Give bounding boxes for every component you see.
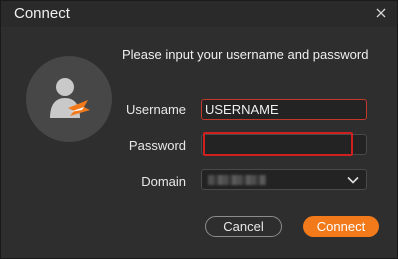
login-prompt: Please input your username and password [122, 47, 369, 62]
close-button[interactable] [371, 3, 391, 23]
domain-select[interactable] [201, 169, 367, 190]
cancel-button[interactable]: Cancel [205, 216, 282, 237]
user-avatar-icon [26, 56, 112, 142]
domain-label: Domain [141, 174, 186, 189]
chevron-down-icon [347, 176, 359, 184]
username-label: Username [126, 102, 186, 117]
password-label: Password [128, 138, 186, 153]
title-bar: Connect [1, 1, 397, 27]
user-figure-icon [50, 78, 90, 118]
domain-value-redacted [208, 175, 266, 185]
window-title: Connect [14, 5, 70, 22]
password-field[interactable] [201, 134, 367, 155]
connect-button[interactable]: Connect [303, 216, 379, 237]
close-icon [376, 8, 386, 18]
username-field[interactable] [201, 99, 367, 120]
dialog-body: Please input your username and password … [1, 27, 397, 258]
connect-dialog: Connect Please input your username and p… [0, 0, 398, 259]
